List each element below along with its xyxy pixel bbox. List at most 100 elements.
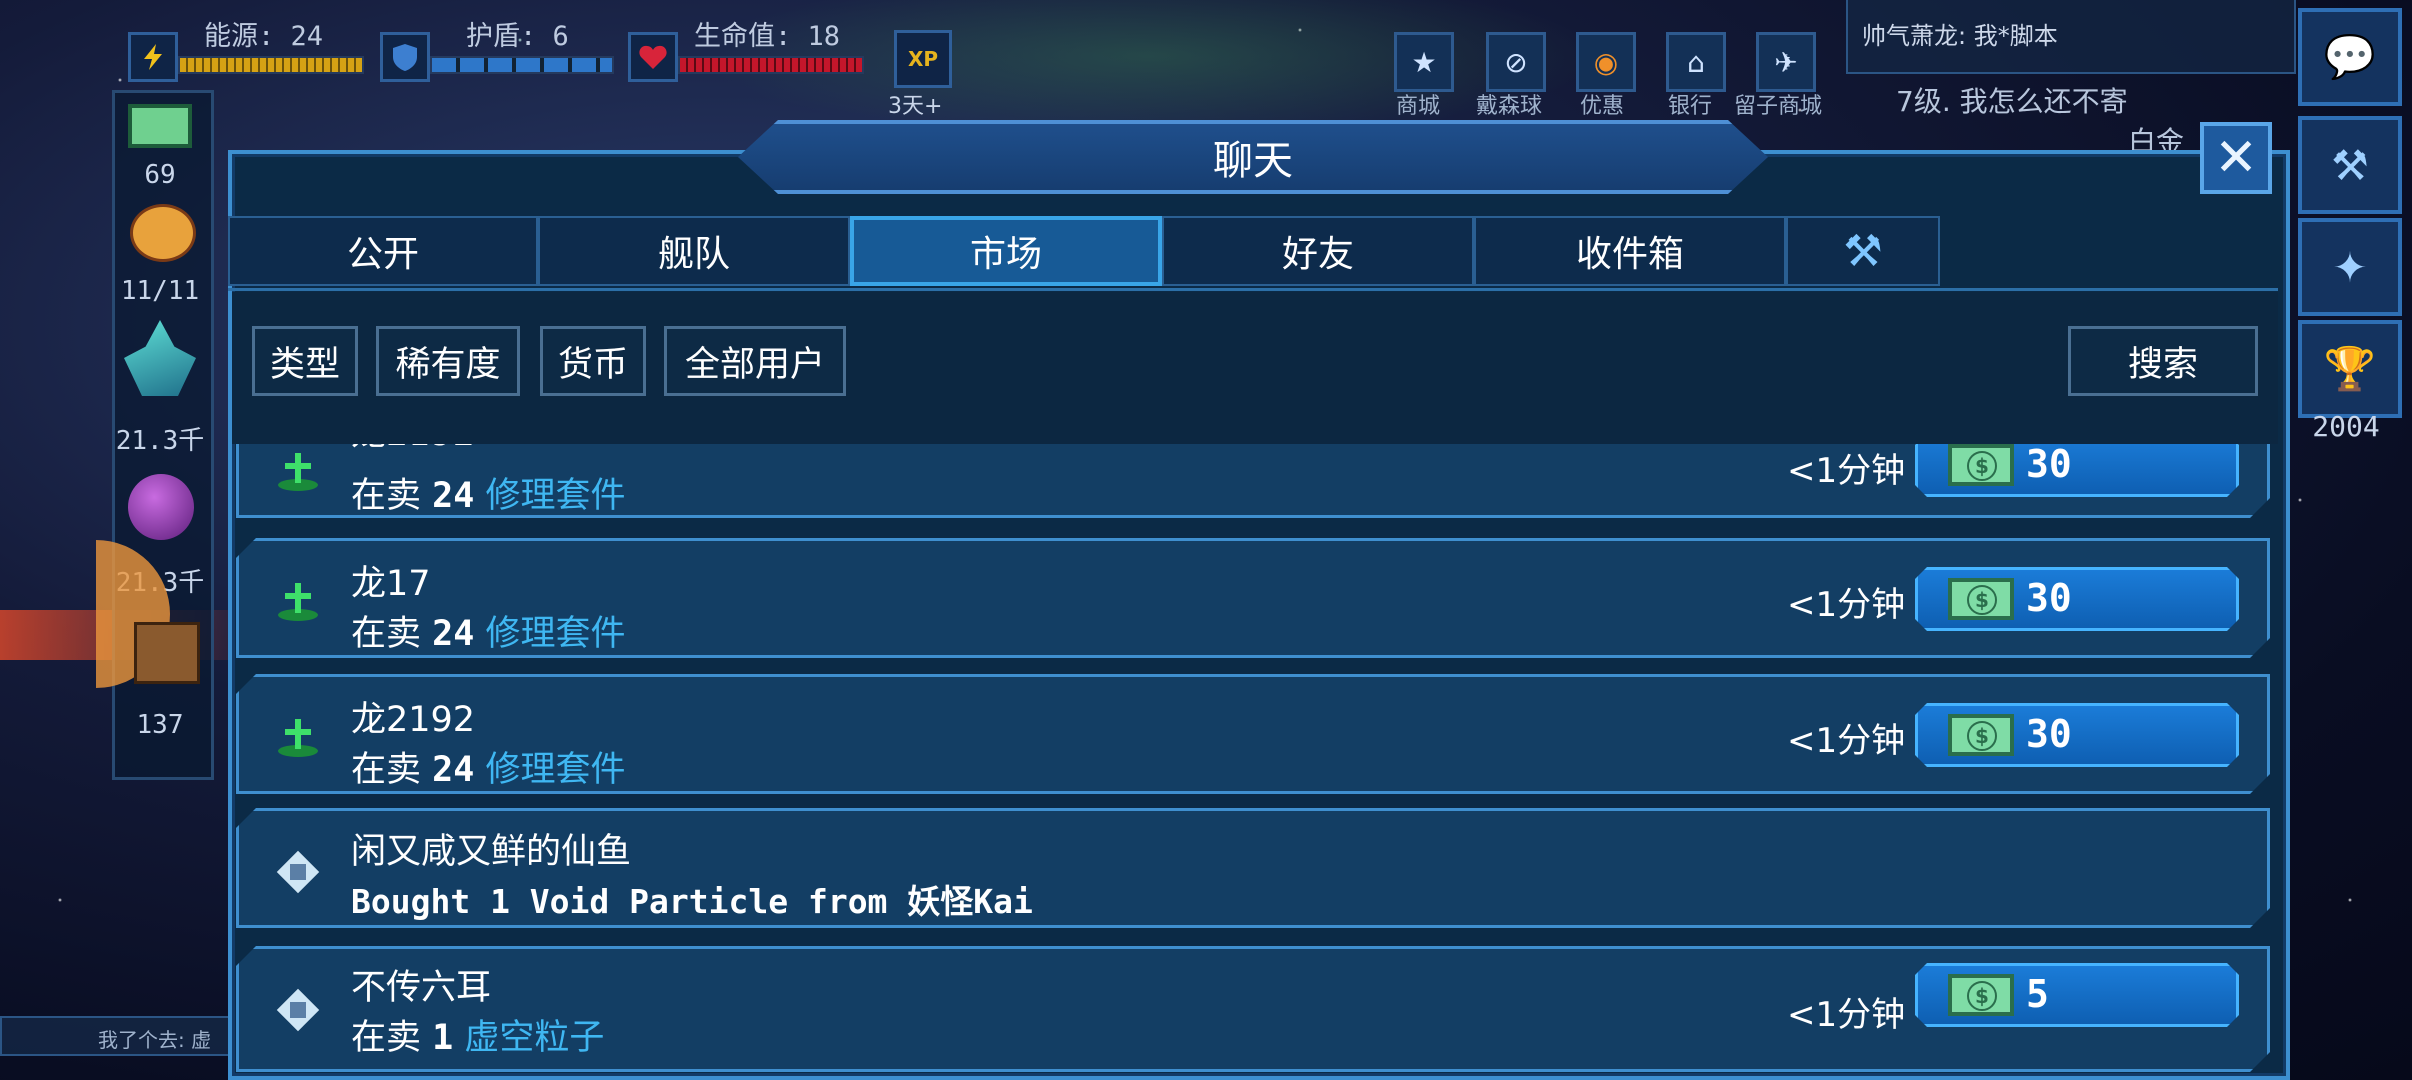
filter-currency-label: 货币 [557, 344, 628, 385]
filter-users-button[interactable]: 全部用户 [664, 326, 846, 396]
sender-name: 闲又咸又鲜的仙鱼 [351, 832, 632, 872]
tab-inbox[interactable]: 收件箱 [1474, 216, 1786, 286]
bank-icon: ⌂ [1687, 45, 1705, 79]
quantity: 24 [432, 476, 475, 516]
item-link[interactable]: 修理套件 [485, 476, 625, 516]
crystal-count: 21.3千 [115, 426, 205, 456]
dyson-sphere-button[interactable]: ⊘ [1486, 32, 1546, 92]
close-button[interactable]: ✕ [2200, 122, 2272, 194]
filter-type-button[interactable]: 类型 [252, 326, 358, 396]
trophy-icon: 🏆 [2323, 344, 2377, 393]
deals-label: 优惠 [1580, 94, 1625, 119]
ship-shop-button[interactable]: ✈ [1756, 32, 1816, 92]
price-amount: 30 [2026, 442, 2072, 486]
close-icon: ✕ [2214, 128, 2258, 188]
listing-description: 在卖 24 修理套件 [351, 605, 625, 656]
chat-button[interactable]: 💬 [2298, 8, 2402, 106]
buy-button[interactable]: $5 [1915, 963, 2239, 1027]
mini-chat-text: 我了个去: 虚 [98, 1028, 212, 1052]
tab-friends[interactable]: 好友 [1162, 216, 1474, 286]
listing-description: 在卖 24 修理套件 [351, 467, 625, 518]
xp-button[interactable]: XP [894, 30, 952, 88]
tab-divider [228, 288, 2278, 291]
repair-kit-icon [275, 713, 321, 759]
leaderboard-button[interactable]: 🏆 [2298, 320, 2402, 418]
repair-kit-icon [275, 447, 321, 493]
listing-time: <1分钟 [1787, 451, 1906, 491]
crew-avatar[interactable] [130, 204, 196, 262]
orb-icon [128, 474, 194, 540]
chat-title-banner: 聊天 [738, 120, 1768, 194]
health-bar [678, 56, 864, 74]
chat-tabs: 公开 舰队 市场 好友 收件箱 ⚒ [228, 216, 1940, 290]
tab-friends-label: 好友 [1281, 234, 1354, 275]
mall-label: 商城 [1396, 94, 1441, 119]
listing-time: <1分钟 [1787, 585, 1906, 625]
quantity: 24 [432, 614, 475, 654]
purchase-message: Bought 1 Void Particle from 妖怪Kai [351, 882, 1033, 921]
quantity: 1 [432, 1018, 454, 1058]
filter-type-label: 类型 [269, 344, 340, 385]
energy-icon [128, 32, 178, 82]
listing-row[interactable]: 龙2192 在卖 24 修理套件 <1分钟 $30 [236, 674, 2270, 794]
quantity: 24 [432, 750, 475, 790]
filter-rarity-label: 稀有度 [395, 344, 501, 385]
listing-row[interactable]: 龙17 在卖 24 修理套件 <1分钟 $30 [236, 538, 2270, 658]
heart-icon [628, 32, 678, 82]
notification-panel[interactable]: 帅气萧龙: 我*脚本 [1846, 0, 2296, 74]
plane-icon: ✈ [1774, 45, 1798, 79]
void-particle-icon [275, 987, 321, 1033]
xp-timer: 3天+ [888, 94, 943, 119]
star-icon: ★ [1411, 45, 1437, 79]
filter-users-label: 全部用户 [684, 344, 825, 385]
selling-prefix: 在卖 [351, 476, 422, 516]
message-row[interactable]: 闲又咸又鲜的仙鱼 Bought 1 Void Particle from 妖怪K… [236, 808, 2270, 928]
mall-button[interactable]: ★ [1394, 32, 1454, 92]
mini-chat-bar[interactable]: 我了个去: 虚 [0, 1016, 230, 1056]
listing-time: <1分钟 [1787, 721, 1906, 761]
tab-market-label: 市场 [969, 234, 1042, 275]
cargo-count: 137 [136, 710, 184, 740]
cash-icon: $ [1948, 974, 2014, 1016]
selling-prefix: 在卖 [351, 750, 422, 790]
energy-bar [178, 56, 364, 74]
tab-fleet-label: 舰队 [657, 234, 730, 275]
notification-line-1: 帅气萧龙: 我*脚本 [1862, 22, 2058, 50]
listing-row[interactable]: 不传六耳 在卖 1 虚空粒子 <1分钟 $5 [236, 946, 2270, 1072]
shield-bar [430, 56, 614, 74]
chat-title: 聊天 [1213, 138, 1293, 184]
tab-market[interactable]: 市场 [850, 216, 1162, 286]
deals-button[interactable]: ◉ [1576, 32, 1636, 92]
filter-currency-button[interactable]: 货币 [540, 326, 646, 396]
listing-time: <1分钟 [1787, 995, 1906, 1035]
price-amount: 5 [2026, 972, 2049, 1016]
hammer-icon: ⚒ [1843, 225, 1883, 277]
price-amount: 30 [2026, 576, 2072, 620]
dyson-sphere-label: 戴森球 [1476, 94, 1543, 119]
health-label: 生命值: 18 [694, 21, 841, 52]
tab-public[interactable]: 公开 [228, 216, 538, 286]
selling-prefix: 在卖 [351, 1018, 422, 1058]
tab-fleet[interactable]: 舰队 [538, 216, 850, 286]
item-link[interactable]: 虚空粒子 [464, 1018, 604, 1058]
item-link[interactable]: 修理套件 [485, 750, 625, 790]
seller-name: 不传六耳 [351, 968, 492, 1008]
galaxy-map-button[interactable]: ✦ [2298, 218, 2402, 316]
crew-count: 11/11 [120, 276, 200, 306]
buy-button[interactable]: $30 [1915, 567, 2239, 631]
filter-rarity-button[interactable]: 稀有度 [376, 326, 520, 396]
bank-button[interactable]: ⌂ [1666, 32, 1726, 92]
item-link[interactable]: 修理套件 [485, 614, 625, 654]
hammer-icon: ⚒ [2331, 140, 2369, 190]
cargo-icon [134, 622, 200, 684]
tab-tools[interactable]: ⚒ [1786, 216, 1940, 286]
constellation-icon: ✦ [2332, 242, 2368, 292]
search-button[interactable]: 搜索 [2068, 326, 2258, 396]
listing-description: 在卖 24 修理套件 [351, 741, 625, 792]
buy-button[interactable]: $30 [1915, 703, 2239, 767]
repair-button[interactable]: ⚒ [2298, 116, 2402, 214]
trophy-score: 2004 [2312, 410, 2380, 443]
seller-name: 龙17 [351, 564, 431, 604]
ship-shop-label: 留子商城 [1734, 94, 1823, 119]
seller-name: 龙2192 [351, 700, 476, 740]
